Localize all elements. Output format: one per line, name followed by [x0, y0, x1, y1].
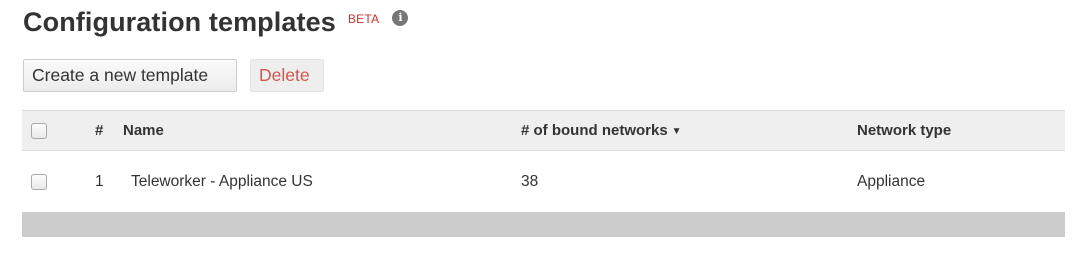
templates-table: # Name # of bound networks ▼ Network type…	[22, 110, 1065, 214]
column-header-name[interactable]: Name	[123, 110, 521, 151]
table-row[interactable]: 1 Teleworker - Appliance US 38 Appliance	[22, 151, 1065, 214]
page-title: Configuration templates	[23, 7, 336, 37]
beta-badge: BETA	[347, 12, 380, 26]
delete-button[interactable]: Delete	[250, 59, 324, 92]
select-all-checkbox[interactable]	[31, 123, 47, 140]
info-icon[interactable]: i	[392, 10, 409, 26]
column-header-number[interactable]: #	[87, 110, 123, 151]
row-number: 1	[95, 173, 104, 191]
table-footer-bar	[22, 212, 1065, 237]
column-header-bound-networks-label: # of bound networks	[521, 122, 668, 139]
column-header-network-type[interactable]: Network type	[857, 110, 1065, 151]
row-checkbox[interactable]	[31, 174, 47, 191]
sort-descending-icon: ▼	[671, 126, 682, 137]
select-all-cell	[22, 110, 87, 151]
column-header-bound-networks[interactable]: # of bound networks ▼	[521, 110, 857, 151]
create-template-button[interactable]: Create a new template	[23, 59, 237, 92]
page-header: Configuration templates BETA i	[23, 6, 409, 38]
row-select-cell	[22, 151, 87, 214]
table-header-row: # Name # of bound networks ▼ Network type	[22, 110, 1065, 151]
toolbar: Create a new template Delete	[23, 59, 324, 92]
row-template-name[interactable]: Teleworker - Appliance US	[123, 151, 521, 214]
row-bound-networks: 38	[521, 173, 539, 191]
row-network-type: Appliance	[857, 173, 926, 191]
